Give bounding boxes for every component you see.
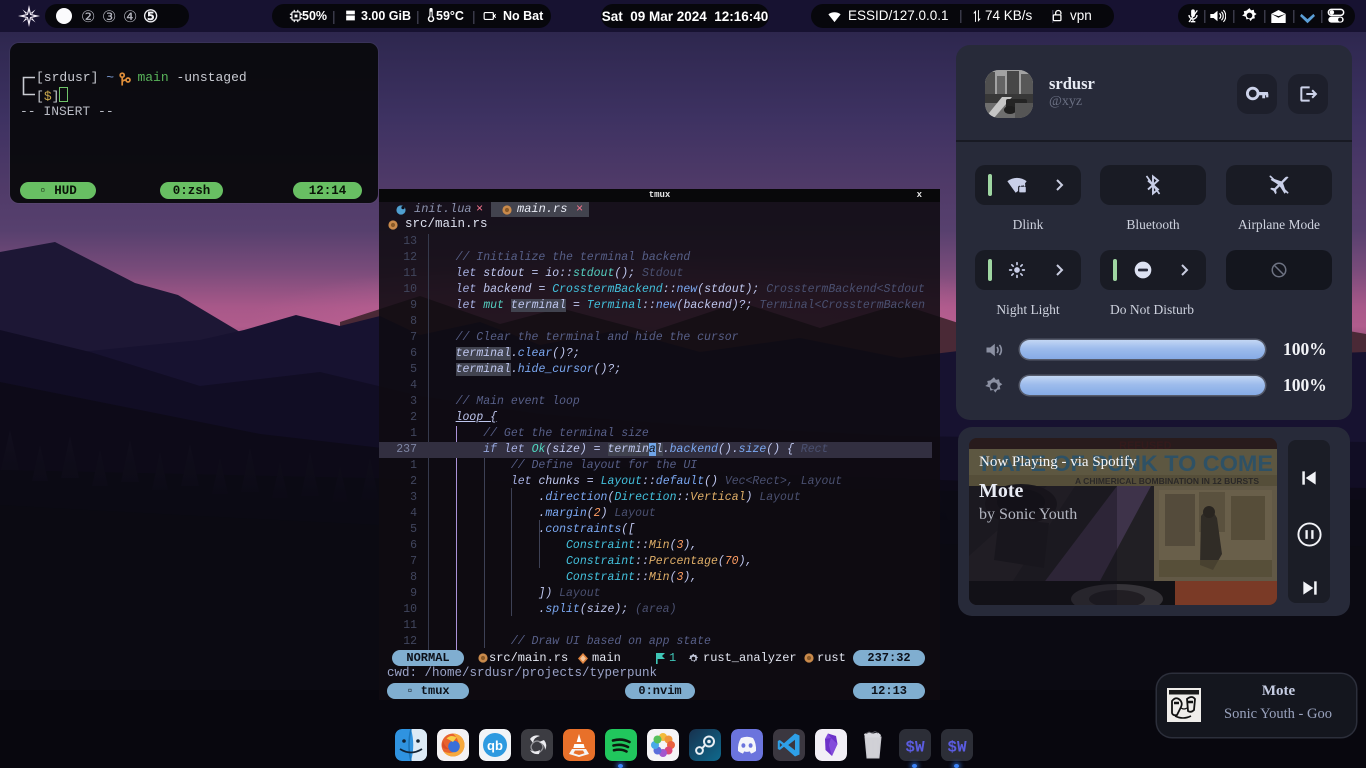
svg-text:qb: qb bbox=[487, 738, 503, 753]
svg-text:$W: $W bbox=[947, 739, 967, 757]
svg-text:$W: $W bbox=[905, 739, 925, 757]
